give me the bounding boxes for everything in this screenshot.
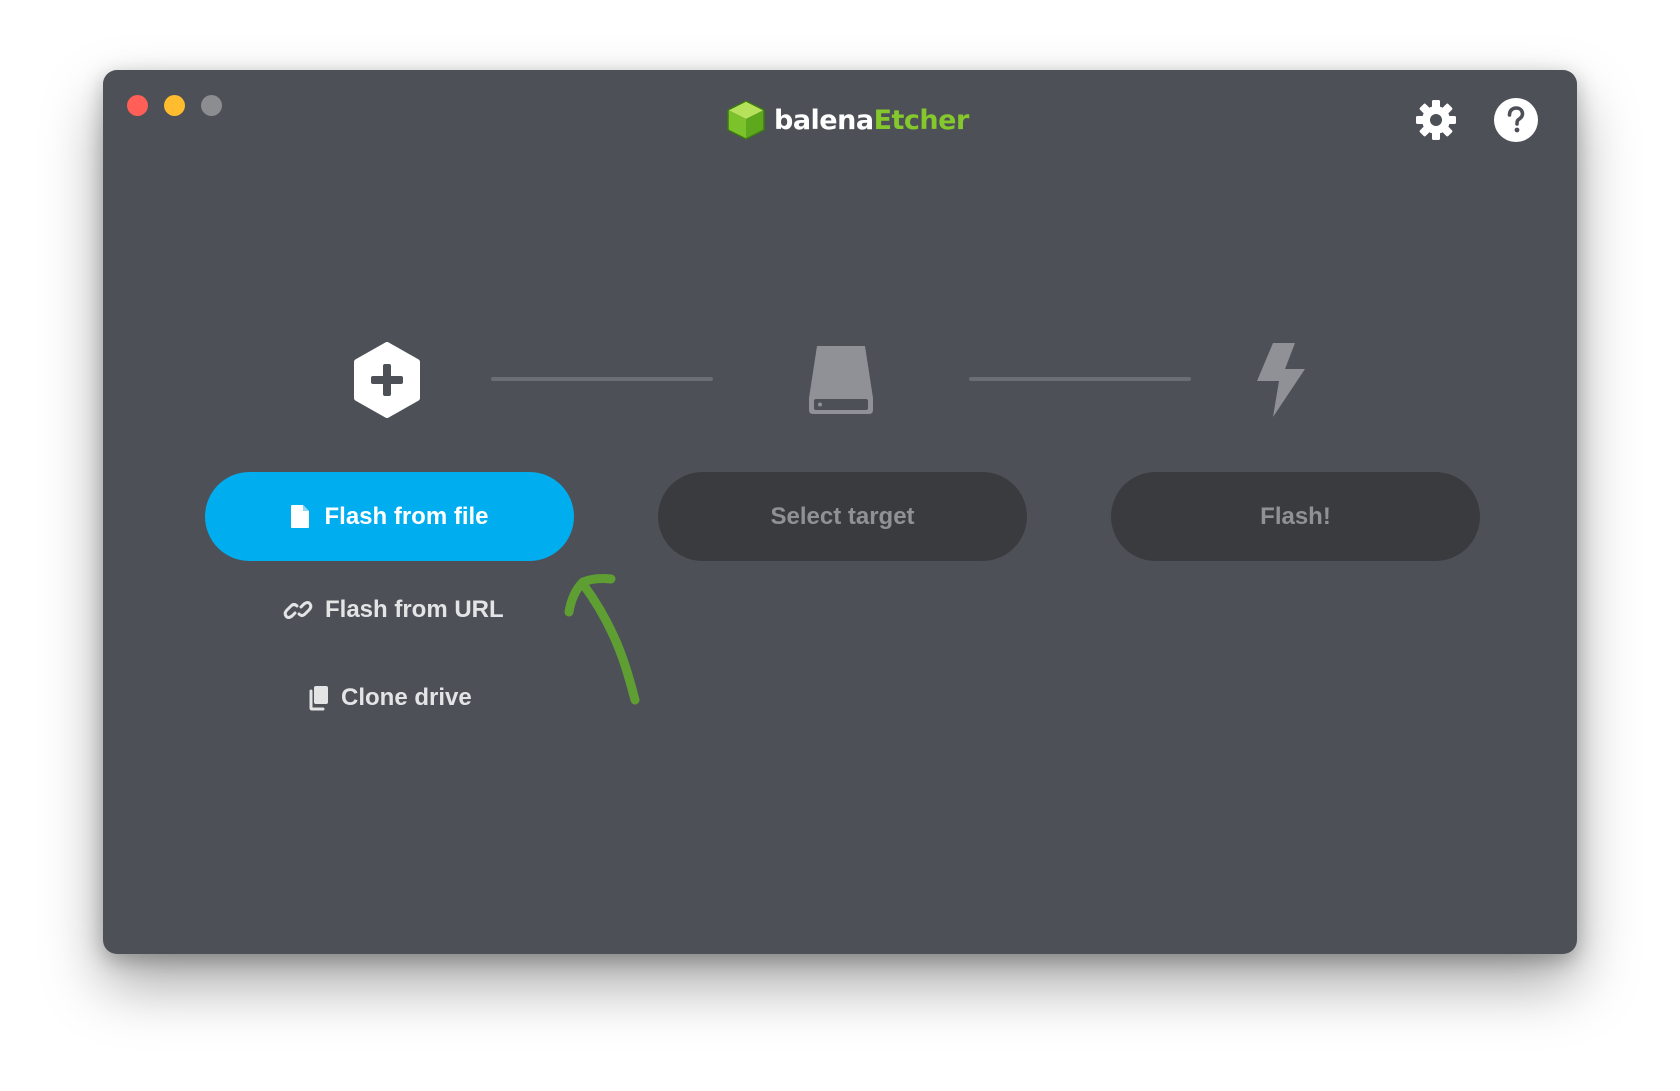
question-mark-icon (1494, 98, 1538, 142)
flash-from-url-link[interactable]: Flash from URL (283, 590, 504, 630)
app-window: balenaEtcher Flash from file Select targ… (103, 70, 1577, 954)
flash-from-file-button[interactable]: Flash from file (205, 472, 574, 561)
flash-from-file-label: Flash from file (324, 502, 489, 530)
annotation-arrow-icon (564, 573, 640, 705)
drive-icon (809, 346, 873, 414)
step-connector-2 (969, 377, 1191, 381)
flash-step-icon (1250, 340, 1310, 420)
window-close-button[interactable] (127, 95, 148, 116)
select-target-button[interactable]: Select target (658, 472, 1027, 561)
target-step-icon (803, 340, 879, 420)
select-target-label: Select target (770, 502, 915, 530)
plus-hexagon-icon (354, 342, 420, 418)
flash-label: Flash! (1260, 502, 1331, 530)
flash-button[interactable]: Flash! (1111, 472, 1480, 561)
settings-button[interactable] (1412, 96, 1460, 144)
flash-from-url-label: Flash from URL (325, 596, 504, 623)
cube-logo-icon (727, 100, 765, 140)
link-icon (283, 598, 313, 622)
copy-icon (307, 685, 329, 711)
brand-suffix: Etcher (873, 104, 970, 136)
clone-drive-link[interactable]: Clone drive (307, 678, 472, 718)
window-minimize-button[interactable] (164, 95, 185, 116)
brand-prefix: balena (774, 104, 874, 136)
help-button[interactable] (1492, 96, 1540, 144)
step-connector-1 (491, 377, 713, 381)
clone-drive-label: Clone drive (341, 684, 472, 711)
file-icon (290, 504, 310, 529)
app-title: balenaEtcher (774, 105, 969, 136)
gear-icon (1416, 100, 1456, 140)
source-step-icon (349, 340, 425, 420)
window-zoom-button[interactable] (201, 95, 222, 116)
app-logo: balenaEtcher (726, 98, 969, 142)
lightning-bolt-icon (1257, 343, 1305, 417)
